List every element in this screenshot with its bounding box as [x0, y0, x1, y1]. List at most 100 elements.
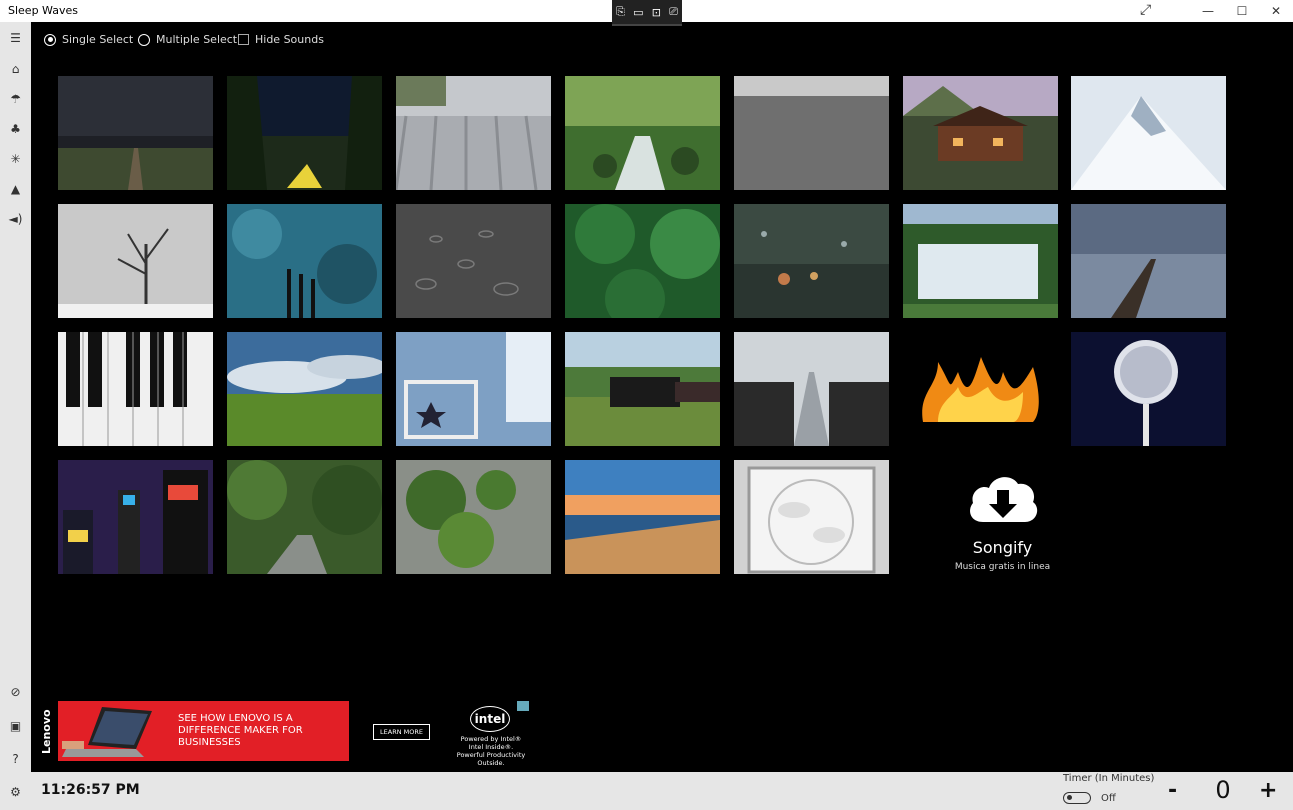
settings-icon[interactable]: ⚙: [0, 778, 31, 806]
intel-logo: intel: [470, 706, 510, 732]
sound-tile-forest-path[interactable]: [227, 460, 382, 574]
tile-image: [58, 460, 213, 574]
tile-image: [903, 332, 1058, 446]
tile-image: [1071, 204, 1226, 318]
laptop-image: [62, 707, 152, 757]
tile-image: [396, 204, 551, 318]
songify-promo[interactable]: Songify Musica gratis in linea: [901, 460, 1104, 575]
car-icon[interactable]: ▲: [0, 175, 31, 203]
sound-tile-steam-train[interactable]: [565, 332, 720, 446]
tile-image: [58, 332, 213, 446]
tile-image: [58, 76, 213, 190]
sound-tile-jungle[interactable]: [565, 204, 720, 318]
learn-more-button[interactable]: LEARN MORE: [373, 724, 430, 740]
sound-tile-box-fan[interactable]: [734, 460, 889, 574]
sound-tile-beach-sunset[interactable]: [565, 460, 720, 574]
sound-tile-rain-window[interactable]: [734, 204, 889, 318]
tile-image: [396, 332, 551, 446]
multiple-select-radio[interactable]: Multiple Select: [138, 33, 237, 46]
hide-sounds-label: Hide Sounds: [255, 33, 324, 46]
sound-tile-snow-tree[interactable]: [58, 204, 213, 318]
sound-tile-pedestal-fan[interactable]: [1071, 332, 1226, 446]
tile-image: [227, 332, 382, 446]
single-select-radio[interactable]: Single Select: [44, 33, 133, 46]
songify-subtitle: Musica gratis in linea: [954, 562, 1051, 572]
home-icon[interactable]: ⌂: [0, 55, 31, 83]
sound-tile-pier-lake[interactable]: [1071, 204, 1226, 318]
rain-cloud-icon[interactable]: ☂: [0, 85, 31, 113]
hide-sounds-checkbox[interactable]: Hide Sounds: [238, 33, 324, 46]
tile-image: [565, 460, 720, 574]
sound-tile-nursery[interactable]: [396, 332, 551, 446]
sound-tile-leaves-fence[interactable]: [396, 460, 551, 574]
radio-unchecked-icon: [138, 33, 150, 46]
tree-icon[interactable]: ♣: [0, 115, 31, 143]
multiple-select-label: Multiple Select: [156, 33, 238, 46]
tile-image: [227, 204, 382, 318]
timer-decrease-button[interactable]: -: [1168, 778, 1177, 803]
tile-image: [903, 76, 1058, 190]
expand-icon[interactable]: ⤢: [1140, 2, 1151, 18]
timer-increase-button[interactable]: +: [1259, 778, 1277, 803]
close-button[interactable]: ✕: [1259, 0, 1293, 22]
block-icon[interactable]: ⊘: [0, 678, 31, 706]
screen-icon[interactable]: ⊡: [652, 6, 661, 19]
sound-tile-city-night[interactable]: [58, 460, 213, 574]
sound-tile-fire[interactable]: [903, 332, 1058, 446]
help-icon[interactable]: ?: [0, 745, 31, 773]
checkbox-icon: [238, 34, 249, 45]
sound-tile-airplane-cabin[interactable]: [734, 332, 889, 446]
timer-state: Off: [1101, 793, 1116, 804]
tile-image: [1071, 332, 1226, 446]
sound-tile-piano-keys[interactable]: [58, 332, 213, 446]
sound-tile-cabin[interactable]: [903, 76, 1058, 190]
save-icon[interactable]: ▣: [0, 712, 31, 740]
sound-tile-snowy-mountain[interactable]: [1071, 76, 1226, 190]
cast-icon[interactable]: ▭: [633, 6, 643, 19]
status-bar: 11:26:57 PM Timer (In Minutes) Off - 0 +: [31, 772, 1293, 810]
sound-tile-waterfall[interactable]: [903, 204, 1058, 318]
tile-image: [396, 460, 551, 574]
snowflake-icon[interactable]: ✳: [0, 145, 31, 173]
clock: 11:26:57 PM: [41, 782, 140, 798]
tile-image: [396, 76, 551, 190]
songify-name: Songify: [972, 538, 1033, 557]
cloud-download-icon: [970, 477, 1038, 522]
adchoices-icon[interactable]: [517, 701, 529, 711]
timer-label: Timer (In Minutes): [1063, 773, 1155, 784]
tile-image: [734, 76, 889, 190]
tile-image: [734, 332, 889, 446]
ad-red-panel: SEE HOW LENOVO IS A DIFFERENCE MAKER FOR…: [58, 701, 349, 761]
sound-tile-rain-puddle[interactable]: [396, 204, 551, 318]
sound-tile-forest-stream[interactable]: [565, 76, 720, 190]
sound-tile-grass-field[interactable]: [227, 332, 382, 446]
timer-toggle[interactable]: [1063, 792, 1091, 804]
timer-value: 0: [1215, 776, 1231, 804]
tile-image: [565, 204, 720, 318]
tile-image: [565, 76, 720, 190]
single-select-label: Single Select: [62, 33, 134, 46]
ad-banner[interactable]: Lenovo SEE HOW LENOVO IS A DIFFERENCE MA…: [40, 700, 540, 767]
tile-image: [1071, 76, 1226, 190]
sound-tile-tent-night[interactable]: [227, 76, 382, 190]
tile-image: [734, 204, 889, 318]
minimize-button[interactable]: —: [1191, 0, 1225, 22]
display-icon[interactable]: ⎚: [669, 5, 678, 19]
window-title: Sleep Waves: [8, 4, 78, 17]
cast-toolbar: ⎘ ▭ ⊡ ⎚: [612, 0, 682, 26]
tile-image: [227, 460, 382, 574]
sound-tile-storm-field[interactable]: [58, 76, 213, 190]
tile-image: [58, 204, 213, 318]
speaker-icon[interactable]: ◄): [0, 205, 31, 233]
menu-icon[interactable]: ☰: [0, 24, 31, 52]
project-icon[interactable]: ⎘: [616, 5, 625, 19]
sound-tile-tin-roof[interactable]: [396, 76, 551, 190]
ad-headline: SEE HOW LENOVO IS A DIFFERENCE MAKER FOR…: [178, 713, 303, 748]
sound-tile-gravel-road[interactable]: [734, 76, 889, 190]
maximize-button[interactable]: ☐: [1225, 0, 1259, 22]
intel-tagline: Powered by Intel® Intel Inside®. Powerfu…: [456, 735, 526, 767]
tile-image: [565, 332, 720, 446]
tile-image: [227, 76, 382, 190]
ad-brand: Lenovo: [40, 709, 53, 755]
sound-tile-wind-chimes[interactable]: [227, 204, 382, 318]
